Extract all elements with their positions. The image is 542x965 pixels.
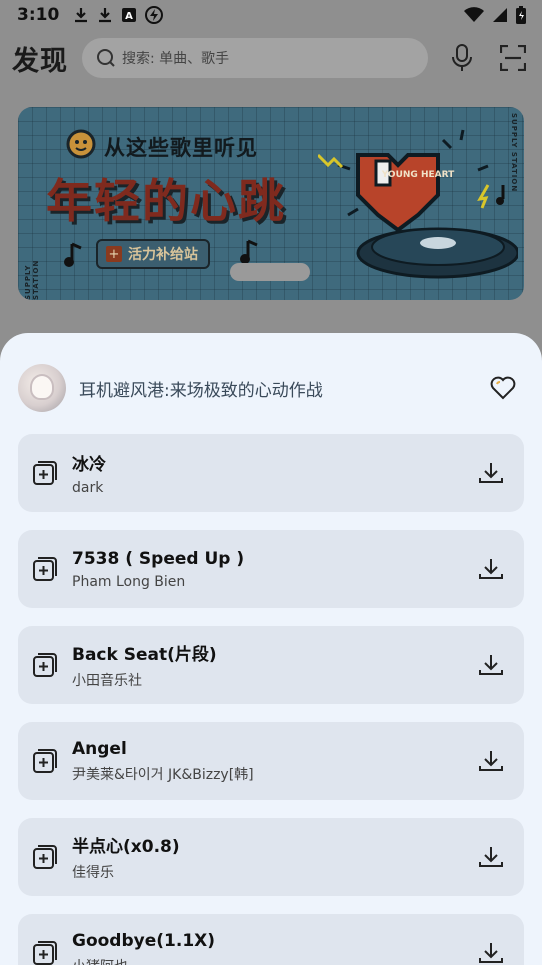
add-to-playlist-icon[interactable] <box>32 844 58 870</box>
playlist-sheet: 耳机避风港:来场极致的心动作战 冰冷 dark 7538 ( Speed Up … <box>0 333 542 965</box>
song-artist: 小猪阿也 <box>72 956 215 965</box>
banner-side-text: SUPPLY STATION <box>24 259 40 300</box>
download-icon[interactable] <box>478 845 504 869</box>
song-artist: 小田音乐社 <box>72 673 142 689</box>
signal-icon <box>492 7 508 23</box>
add-to-playlist-icon[interactable] <box>32 460 58 486</box>
mic-icon[interactable] <box>450 44 474 72</box>
banner-headline-small: 从这些歌里听见 <box>104 136 258 160</box>
svg-text:YOUNG HEART: YOUNG HEART <box>381 170 455 180</box>
list-item[interactable]: Angel 尹美莱&타이거 JK&Bizzy[韩] <box>18 722 524 800</box>
song-name: 半点心(x0.8) <box>72 837 180 857</box>
list-item[interactable]: 冰冷 dark <box>18 434 524 512</box>
song-artist: 佳得乐 <box>72 865 114 881</box>
list-item[interactable]: Back Seat(片段) 小田音乐社 <box>18 626 524 704</box>
smiley-icon <box>66 129 96 159</box>
list-item[interactable]: 7538 ( Speed Up ) Pham Long Bien <box>18 530 524 608</box>
svg-text:A: A <box>125 11 133 22</box>
add-to-playlist-icon[interactable] <box>32 748 58 774</box>
song-artist: Pham Long Bien <box>72 573 186 590</box>
add-to-playlist-icon[interactable] <box>32 940 58 965</box>
battery-icon <box>516 6 526 24</box>
status-bar: 3:10 A <box>0 0 542 30</box>
song-name: Goodbye(1.1X) <box>72 930 216 951</box>
song-name: 冰冷 <box>72 455 106 475</box>
add-to-playlist-icon[interactable] <box>32 652 58 678</box>
download-icon[interactable] <box>478 557 504 581</box>
song-name: 7538 ( Speed Up ) <box>72 548 245 569</box>
add-to-playlist-icon[interactable] <box>32 556 58 582</box>
search-icon <box>96 48 116 68</box>
promo-banner[interactable]: SUPPLY STATION SUPPLY STATION 从这些歌里听见 年轻… <box>18 107 524 300</box>
download-icon <box>97 7 113 23</box>
heart-vinyl-illustration: YOUNG HEART <box>318 129 518 279</box>
banner-tag-label: 活力补给站 <box>128 247 198 263</box>
music-note-icon <box>240 239 260 265</box>
download-icon[interactable] <box>478 653 504 677</box>
download-icon[interactable] <box>478 461 504 485</box>
song-list: 冰冷 dark 7538 ( Speed Up ) Pham Long Bien <box>18 434 524 965</box>
playlist-avatar <box>18 364 66 412</box>
sheet-header: 耳机避风港:来场极致的心动作战 <box>18 363 524 413</box>
app-icon: A <box>121 7 137 23</box>
banner-tag: + 活力补给站 <box>96 239 210 269</box>
banner-headline-large: 年轻的心跳 <box>46 174 286 228</box>
download-icon <box>73 7 89 23</box>
page-title: 发现 <box>12 45 68 77</box>
download-icon[interactable] <box>478 941 504 965</box>
song-artist: dark <box>72 480 104 496</box>
music-note-icon <box>64 242 84 268</box>
heart-icon[interactable] <box>490 376 516 400</box>
wifi-icon <box>464 7 484 23</box>
search-placeholder: 搜索: 单曲、歌手 <box>122 51 230 67</box>
status-time: 3:10 <box>17 5 60 25</box>
header: 发现 搜索: 单曲、歌手 <box>0 30 542 86</box>
scan-icon[interactable] <box>500 45 526 71</box>
song-name: Back Seat(片段) <box>72 645 217 665</box>
search-bar[interactable]: 搜索: 单曲、歌手 <box>82 38 428 78</box>
song-artist: 尹美莱&타이거 JK&Bizzy[韩] <box>72 766 254 783</box>
list-item[interactable]: Goodbye(1.1X) 小猪阿也 <box>18 914 524 965</box>
flash-icon <box>145 6 164 24</box>
plus-icon: + <box>106 246 122 262</box>
carousel-indicator <box>230 263 310 281</box>
list-item[interactable]: 半点心(x0.8) 佳得乐 <box>18 818 524 896</box>
download-icon[interactable] <box>478 749 504 773</box>
song-name: Angel <box>72 738 127 759</box>
playlist-title: 耳机避风港:来场极致的心动作战 <box>79 380 323 401</box>
